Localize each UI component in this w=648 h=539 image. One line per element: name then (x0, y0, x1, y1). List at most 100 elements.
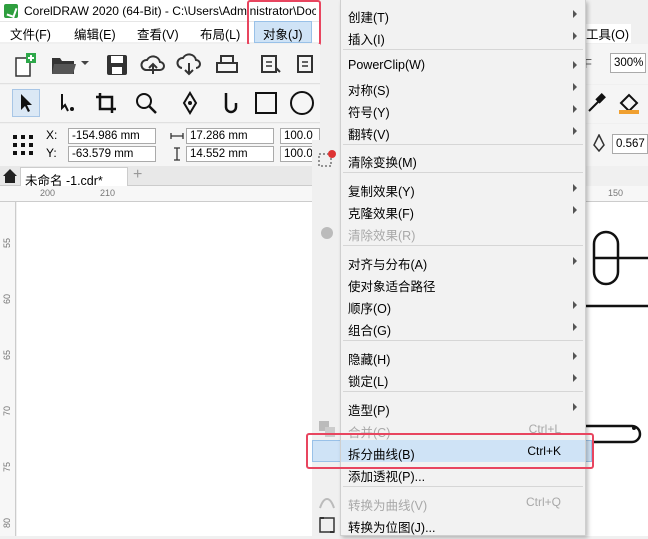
submenu-arrow-icon (573, 323, 577, 331)
submenu-arrow-icon (573, 184, 577, 192)
menu-item-lock[interactable]: 锁定(L) (341, 367, 585, 389)
fill-tool-icon[interactable] (616, 89, 642, 117)
menu-item-fit-to-path[interactable]: 使对象适合路径 (341, 272, 585, 294)
menu-item-label: 使对象适合路径 (348, 280, 436, 294)
pen-tool-icon[interactable] (176, 89, 204, 117)
menu-item-label: 翻转(V) (348, 128, 390, 142)
width-icon (170, 130, 184, 142)
menu-item-insert[interactable]: 插入(I) (341, 25, 585, 47)
cloud-upload-icon[interactable] (140, 52, 166, 78)
zoom-level-field[interactable]: 300% (610, 53, 646, 73)
pick-tool-icon[interactable] (12, 89, 40, 117)
canvas-drawing (584, 230, 648, 444)
submenu-arrow-icon (573, 206, 577, 214)
menu-item-clear-transform[interactable]: 清除变换(M) (341, 148, 585, 170)
outline-width-field[interactable]: 0.567 (612, 134, 648, 154)
menu-item-shaping[interactable]: 造型(P) (341, 396, 585, 418)
menu-item-label: 克隆效果(F) (348, 207, 414, 221)
toolbox (0, 85, 320, 123)
ruler-tick: 55 (2, 238, 12, 249)
menu-layout[interactable]: 布局(L) (200, 24, 240, 43)
menu-file[interactable]: 文件(F) (10, 24, 51, 43)
ruler-tick: 200 (40, 188, 56, 198)
menu-item-label: 隐藏(H) (348, 353, 391, 367)
menu-item-symbol[interactable]: 符号(Y) (341, 98, 585, 120)
ruler-tick: 60 (2, 294, 12, 305)
menu-item-label: 插入(I) (348, 33, 385, 47)
menu-item-convert-to-bitmap[interactable]: 转换为位图(J)... (341, 513, 585, 535)
ruler-tick: 75 (2, 462, 12, 473)
clear-transform-icon (318, 150, 336, 168)
submenu-arrow-icon (573, 403, 577, 411)
menu-item-symmetry[interactable]: 对称(S) (341, 76, 585, 98)
menu-item-convert-to-curves: 转换为曲线(V) Ctrl+Q (341, 491, 585, 513)
new-document-icon[interactable] (12, 52, 38, 78)
property-bar: X: -154.986 mm Y: -63.579 mm 17.286 mm 1… (0, 124, 320, 166)
coreldraw-logo-icon (4, 4, 18, 18)
convert-to-curves-icon (318, 494, 336, 512)
eyedropper-tool-icon[interactable] (584, 89, 610, 117)
cloud-download-icon[interactable] (176, 52, 202, 78)
rectangle-tool-icon[interactable] (252, 89, 280, 117)
menu-separator (343, 49, 583, 50)
menu-item-label: 清除效果(R) (348, 229, 416, 243)
height-field[interactable]: 14.552 mm (186, 146, 274, 162)
submenu-arrow-icon (573, 61, 577, 69)
drawing-canvas-right[interactable] (584, 202, 648, 536)
submenu-arrow-icon (573, 127, 577, 135)
add-document-tab-button[interactable]: + (128, 166, 148, 186)
toolbox-right (584, 85, 648, 123)
menu-item-label: 对称(S) (348, 84, 390, 98)
print-icon[interactable] (214, 52, 240, 78)
menu-item-label: 清除变换(M) (348, 156, 417, 170)
menu-item-label: 造型(P) (348, 404, 390, 418)
menu-item-clone-effect[interactable]: 克隆效果(F) (341, 199, 585, 221)
zoom-tool-icon[interactable] (132, 89, 160, 117)
ellipse-tool-icon[interactable] (288, 89, 316, 117)
menu-edit[interactable]: 编辑(E) (74, 24, 116, 43)
menu-item-label: 复制效果(Y) (348, 185, 415, 199)
menu-view[interactable]: 查看(V) (137, 24, 179, 43)
horizontal-ruler: 200 210 (0, 186, 320, 202)
standard-toolbar (0, 44, 320, 84)
menu-item-shortcut: Ctrl+Q (525, 495, 561, 509)
submenu-arrow-icon (573, 352, 577, 360)
y-position-field[interactable]: -63.579 mm (68, 146, 156, 162)
vertical-ruler: 55 60 65 70 75 80 (0, 202, 16, 536)
menu-tools[interactable]: 工具(O) (584, 24, 632, 43)
menu-item-create[interactable]: 创建(T) (341, 3, 585, 25)
annotation-box-menu (247, 0, 321, 46)
shape-tool-icon[interactable] (52, 89, 80, 117)
open-dropdown-icon[interactable] (80, 58, 90, 68)
width-field[interactable]: 17.286 mm (186, 128, 274, 144)
menu-item-label: 符号(Y) (348, 106, 390, 120)
ruler-tick: 65 (2, 350, 12, 361)
object-origin-icon[interactable] (10, 132, 36, 158)
save-icon[interactable] (104, 52, 130, 78)
standard-toolbar-right: F 300% (584, 44, 648, 84)
crop-tool-icon[interactable] (92, 89, 120, 117)
submenu-arrow-icon (573, 105, 577, 113)
menu-item-copy-effect[interactable]: 复制效果(Y) (341, 177, 585, 199)
ruler-tick: 210 (100, 188, 116, 198)
outline-pen-icon (592, 134, 606, 152)
import-icon[interactable] (258, 52, 284, 78)
export-icon[interactable] (294, 52, 320, 78)
menu-item-order[interactable]: 顺序(O) (341, 294, 585, 316)
open-folder-icon[interactable] (50, 52, 76, 78)
document-tab[interactable]: 未命名 -1.cdr* (20, 167, 128, 188)
menu-separator (343, 245, 583, 246)
x-position-field[interactable]: -154.986 mm (68, 128, 156, 144)
annotation-box-break-apart (306, 433, 594, 469)
menu-item-powerclip[interactable]: PowerClip(W) (341, 54, 585, 76)
menu-item-hide[interactable]: 隐藏(H) (341, 345, 585, 367)
x-label: X: (46, 128, 58, 142)
menu-item-align-distribute[interactable]: 对齐与分布(A) (341, 250, 585, 272)
menu-item-flip[interactable]: 翻转(V) (341, 120, 585, 142)
drawing-canvas[interactable] (17, 202, 320, 536)
menu-item-group[interactable]: 组合(G) (341, 316, 585, 338)
ruler-tick: 70 (2, 406, 12, 417)
home-icon[interactable] (2, 168, 18, 184)
submenu-arrow-icon (573, 83, 577, 91)
artistic-media-icon[interactable] (214, 89, 242, 117)
